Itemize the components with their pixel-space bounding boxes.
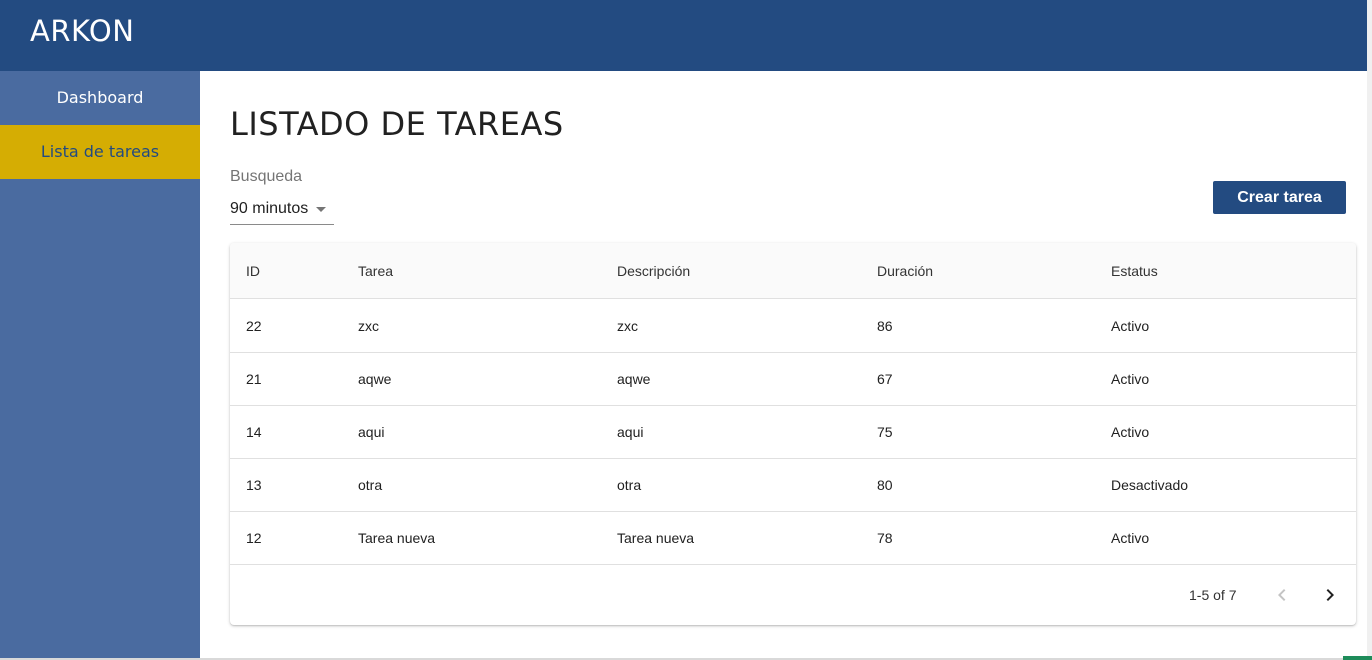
select-value: 90 minutos: [230, 200, 309, 217]
cell-descripcion: Tarea nueva: [617, 530, 695, 546]
table-row[interactable]: 21 aqwe aqwe 67 Activo: [230, 353, 1356, 406]
sidebar: Dashboard Lista de tareas: [0, 71, 200, 660]
cell-tarea: Tarea nueva: [358, 530, 436, 546]
cell-id: 12: [246, 530, 262, 546]
duration-filter-select[interactable]: 90 minutos: [230, 197, 334, 225]
cell-duracion: 75: [877, 424, 893, 440]
table-row[interactable]: 14 aqui aqui 75 Activo: [230, 406, 1356, 459]
cell-duracion: 80: [877, 477, 893, 493]
next-page-button[interactable]: [1316, 581, 1344, 609]
column-header-id[interactable]: ID: [246, 243, 260, 298]
cell-id: 13: [246, 477, 262, 493]
cell-tarea: otra: [358, 477, 383, 493]
cell-estatus: Activo: [1111, 424, 1150, 440]
cell-tarea: zxc: [358, 318, 379, 334]
cell-id: 22: [246, 318, 262, 334]
main-content: LISTADO DE TAREAS Busqueda 90 minutos Cr…: [200, 71, 1367, 658]
chevron-left-icon: [1278, 589, 1286, 601]
corner-accent: [1343, 656, 1372, 660]
cell-duracion: 67: [877, 371, 893, 387]
column-header-duracion[interactable]: Duración: [877, 243, 933, 298]
chevron-right-icon: [1326, 589, 1334, 601]
brand-logo-text[interactable]: ARKON: [30, 14, 134, 48]
pagination-range: 1-5 of 7: [1189, 587, 1237, 603]
previous-page-button[interactable]: [1268, 581, 1296, 609]
window-scroll-edge: [1367, 0, 1372, 660]
cell-estatus: Desactivado: [1111, 477, 1189, 493]
page-title: LISTADO DE TAREAS: [230, 105, 564, 143]
sidebar-item-lista-de-tareas[interactable]: Lista de tareas: [0, 125, 200, 179]
top-app-bar: ARKON: [0, 0, 1367, 71]
cell-tarea: aqui: [358, 424, 385, 440]
cell-tarea: aqwe: [358, 371, 392, 387]
sidebar-item-dashboard[interactable]: Dashboard: [0, 71, 200, 125]
cell-descripcion: aqwe: [617, 371, 651, 387]
table-row[interactable]: 22 zxc zxc 86 Activo: [230, 300, 1356, 353]
table-row[interactable]: 13 otra otra 80 Desactivado: [230, 459, 1356, 512]
cell-descripcion: otra: [617, 477, 642, 493]
cell-id: 14: [246, 424, 262, 440]
cell-duracion: 86: [877, 318, 893, 334]
cell-descripcion: zxc: [617, 318, 638, 334]
cell-estatus: Activo: [1111, 371, 1150, 387]
cell-estatus: Activo: [1111, 318, 1150, 334]
table-row[interactable]: 12 Tarea nueva Tarea nueva 78 Activo: [230, 512, 1356, 565]
cell-duracion: 78: [877, 530, 893, 546]
cell-estatus: Activo: [1111, 530, 1150, 546]
table-pagination: 1-5 of 7: [230, 565, 1356, 625]
column-header-descripcion[interactable]: Descripción: [617, 243, 690, 298]
cell-id: 21: [246, 371, 262, 387]
column-header-tarea[interactable]: Tarea: [358, 243, 393, 298]
cell-descripcion: aqui: [617, 424, 644, 440]
search-label: Busqueda: [230, 168, 303, 185]
column-header-estatus[interactable]: Estatus: [1111, 243, 1158, 298]
tasks-table: ID Tarea Descripción Duración Estatus 22…: [230, 243, 1356, 625]
create-task-button[interactable]: Crear tarea: [1213, 181, 1346, 214]
caret-down-icon: [316, 207, 326, 212]
table-header-row: ID Tarea Descripción Duración Estatus: [230, 243, 1356, 299]
